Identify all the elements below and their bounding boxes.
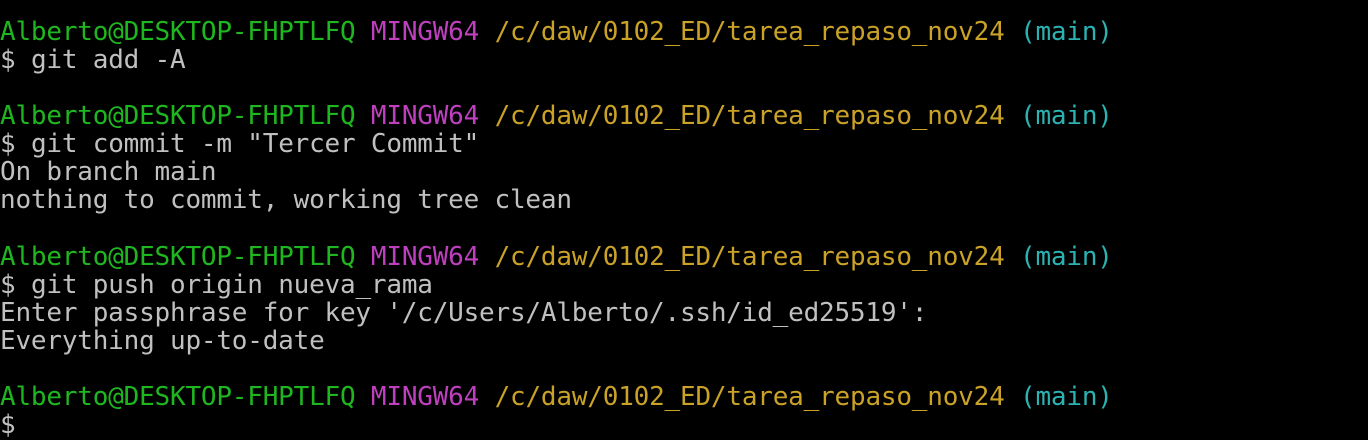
terminal-window[interactable]: Alberto@DESKTOP-FHPTLFQ MINGW64 /c/daw/0… bbox=[0, 0, 1368, 440]
command-text: git add -A bbox=[30, 45, 186, 75]
prompt-symbol: $ bbox=[0, 270, 16, 300]
prompt-user-host: Alberto@DESKTOP-FHPTLFQ bbox=[0, 242, 356, 272]
prompt-symbol: $ bbox=[0, 45, 16, 75]
prompt-user-host: Alberto@DESKTOP-FHPTLFQ bbox=[0, 382, 356, 412]
output-line: On branch main bbox=[0, 157, 217, 187]
prompt-line-4: Alberto@DESKTOP-FHPTLFQ MINGW64 /c/daw/0… bbox=[0, 383, 1113, 411]
output-line: Everything up-to-date bbox=[0, 326, 325, 356]
prompt-line-2: Alberto@DESKTOP-FHPTLFQ MINGW64 /c/daw/0… bbox=[0, 102, 1113, 130]
command-line-1: $ git add -A bbox=[0, 45, 186, 75]
command-text: git push origin nueva_rama bbox=[30, 270, 433, 300]
prompt-path: /c/daw/0102_ED/tarea_repaso_nov24 bbox=[494, 382, 1005, 412]
prompt-branch: (main) bbox=[1020, 17, 1113, 47]
prompt-env: MINGW64 bbox=[370, 382, 480, 412]
command-text: git commit -m "Tercer Commit" bbox=[30, 129, 480, 159]
command-line-current[interactable]: $ bbox=[0, 411, 31, 439]
prompt-user-host: Alberto@DESKTOP-FHPTLFQ bbox=[0, 101, 356, 131]
prompt-symbol: $ bbox=[0, 129, 16, 159]
prompt-path: /c/daw/0102_ED/tarea_repaso_nov24 bbox=[494, 17, 1005, 47]
prompt-branch: (main) bbox=[1020, 101, 1113, 131]
prompt-env: MINGW64 bbox=[370, 101, 480, 131]
command-line-2: $ git commit -m "Tercer Commit" bbox=[0, 130, 479, 158]
prompt-branch: (main) bbox=[1020, 382, 1113, 412]
output-line: nothing to commit, working tree clean bbox=[0, 185, 572, 215]
prompt-branch: (main) bbox=[1020, 242, 1113, 272]
prompt-env: MINGW64 bbox=[370, 17, 480, 47]
command-line-3: $ git push origin nueva_rama bbox=[0, 271, 433, 299]
prompt-env: MINGW64 bbox=[370, 242, 480, 272]
prompt-symbol: $ bbox=[0, 410, 16, 440]
output-line: Enter passphrase for key '/c/Users/Alber… bbox=[0, 298, 928, 328]
prompt-line-3: Alberto@DESKTOP-FHPTLFQ MINGW64 /c/daw/0… bbox=[0, 243, 1113, 271]
prompt-line-1: Alberto@DESKTOP-FHPTLFQ MINGW64 /c/daw/0… bbox=[0, 18, 1113, 46]
prompt-user-host: Alberto@DESKTOP-FHPTLFQ bbox=[0, 17, 356, 47]
prompt-path: /c/daw/0102_ED/tarea_repaso_nov24 bbox=[494, 101, 1005, 131]
prompt-path: /c/daw/0102_ED/tarea_repaso_nov24 bbox=[494, 242, 1005, 272]
